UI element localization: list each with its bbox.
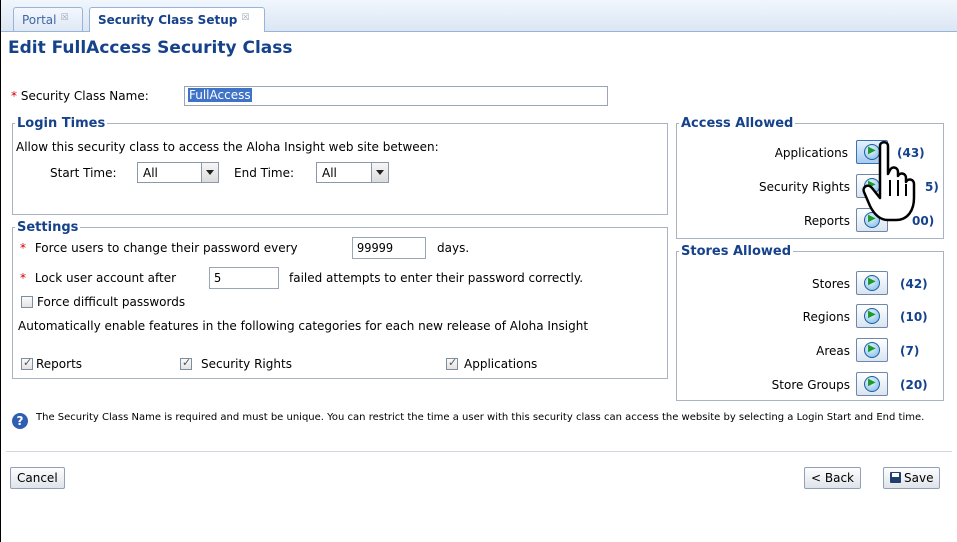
end-time-select[interactable]: All (316, 162, 389, 183)
start-time-select[interactable]: All (137, 162, 219, 183)
arrow-right-circle-icon (864, 342, 880, 358)
tab-bar: Portal ☒ Security Class Setup ☒ (1, 0, 957, 32)
stores-allowed-legend: Stores Allowed (681, 244, 792, 259)
category-security-rights-checkbox[interactable] (180, 356, 192, 370)
tab-close-icon[interactable]: ☒ (241, 13, 249, 23)
stores-button[interactable] (856, 271, 888, 295)
lock-attempts-input[interactable]: 5 (209, 267, 279, 289)
security-class-name-input[interactable]: FullAccess (184, 86, 608, 106)
save-floppy-icon (890, 472, 901, 483)
stores-count: (42) (900, 277, 928, 291)
tab-security-class-setup[interactable]: Security Class Setup ☒ (89, 7, 265, 32)
window-left-border (0, 0, 1, 542)
security-class-name-label: Security Class Name: (20, 89, 149, 103)
password-change-suffix: days. (437, 241, 470, 255)
save-button[interactable]: Save (883, 467, 941, 489)
category-applications-label: Applications (464, 357, 538, 371)
cancel-button[interactable]: Cancel (10, 467, 65, 489)
settings-legend: Settings (17, 220, 79, 235)
access-applications-label: Applications (774, 146, 848, 160)
store-groups-button[interactable] (856, 372, 888, 396)
store-groups-label: Store Groups (771, 378, 850, 392)
login-times-legend: Login Times (17, 116, 106, 131)
password-change-prefix: Force users to change their password eve… (34, 241, 298, 255)
tab-portal[interactable]: Portal ☒ (13, 7, 83, 31)
security-class-name-row: * Security Class Name: (11, 89, 149, 103)
access-reports-label: Reports (803, 214, 850, 228)
arrow-right-circle-icon (864, 275, 880, 291)
required-marker: * (20, 241, 26, 255)
required-marker: * (20, 271, 26, 285)
category-applications-checkbox[interactable] (446, 356, 458, 370)
divider (6, 451, 952, 452)
category-security-rights-label: Security Rights (201, 357, 292, 371)
tab-security-class-setup-label: Security Class Setup (98, 13, 238, 27)
force-difficult-passwords-label: Force difficult passwords (37, 295, 186, 309)
regions-count: (10) (900, 310, 928, 324)
page-title: Edit FullAccess Security Class (8, 38, 293, 58)
regions-label: Regions (802, 310, 850, 324)
areas-count: (7) (900, 344, 920, 358)
access-security-rights-label: Security Rights (759, 180, 850, 194)
select-arrow-icon[interactable] (201, 163, 218, 182)
arrow-right-circle-icon (864, 308, 880, 324)
info-icon: ? (12, 413, 28, 429)
start-time-value: All (143, 166, 158, 180)
save-button-label: Save (904, 471, 934, 485)
start-time-label: Start Time: (50, 166, 117, 180)
required-marker: * (11, 89, 17, 103)
info-text: The Security Class Name is required and … (36, 412, 925, 423)
arrow-right-circle-icon (864, 376, 880, 392)
lock-account-row: * Lock user account after (20, 271, 176, 285)
areas-button[interactable] (856, 338, 888, 362)
login-times-description: Allow this security class to access the … (16, 140, 439, 154)
store-groups-count: (20) (900, 378, 928, 392)
tab-close-icon[interactable]: ☒ (60, 13, 68, 23)
back-button[interactable]: < Back (804, 467, 862, 489)
stores-label: Stores (812, 277, 850, 291)
password-days-input[interactable]: 99999 (352, 237, 426, 259)
hand-pointer-cursor (862, 141, 916, 222)
areas-label: Areas (816, 344, 850, 358)
regions-button[interactable] (856, 304, 888, 328)
security-class-name-value: FullAccess (188, 88, 252, 102)
lock-account-suffix: failed attempts to enter their password … (289, 271, 584, 285)
access-allowed-legend: Access Allowed (681, 116, 794, 131)
force-difficult-passwords-checkbox[interactable] (21, 296, 33, 308)
lock-account-prefix: Lock user account after (34, 271, 177, 285)
tab-portal-label: Portal (22, 13, 57, 27)
end-time-label: End Time: (234, 166, 295, 180)
password-change-row: * Force users to change their password e… (20, 241, 298, 255)
auto-enable-description: Automatically enable features in the fol… (18, 319, 589, 333)
end-time-value: All (322, 166, 337, 180)
category-reports-label: Reports (36, 357, 83, 371)
select-arrow-icon[interactable] (371, 163, 388, 182)
category-reports-checkbox[interactable] (21, 356, 33, 370)
